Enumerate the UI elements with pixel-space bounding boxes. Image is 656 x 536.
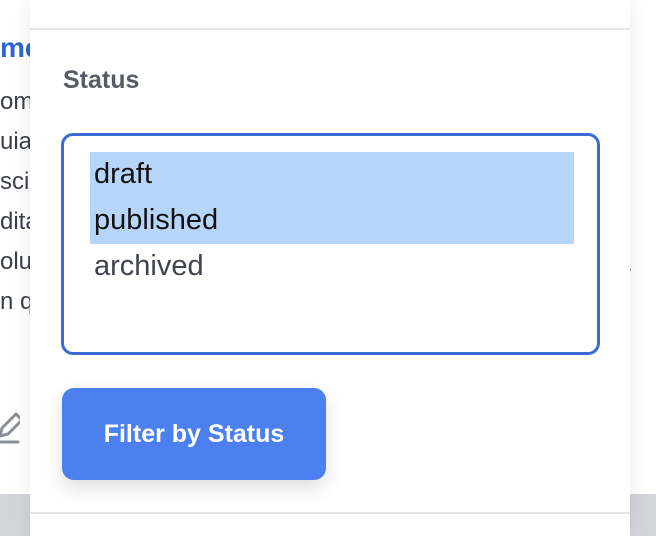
panel-divider-top <box>30 28 630 30</box>
filter-by-status-button[interactable]: Filter by Status <box>62 388 326 480</box>
background-text-line: om <box>0 88 34 115</box>
background-text-line: uia <box>0 128 33 155</box>
background-text-line: n q <box>0 288 34 315</box>
filter-panel: Status draft published archived Filter b… <box>30 0 630 536</box>
edit-icon[interactable] <box>0 408 24 446</box>
status-option-published[interactable]: published <box>90 198 574 244</box>
panel-divider-bottom <box>30 512 630 514</box>
background-text-line: olu <box>0 248 33 275</box>
status-option-draft[interactable]: draft <box>90 152 574 198</box>
status-multiselect[interactable]: draft published archived <box>61 133 600 355</box>
status-label: Status <box>63 66 140 94</box>
status-option-archived[interactable]: archived <box>90 244 574 290</box>
background-text-line: sci <box>0 168 30 195</box>
